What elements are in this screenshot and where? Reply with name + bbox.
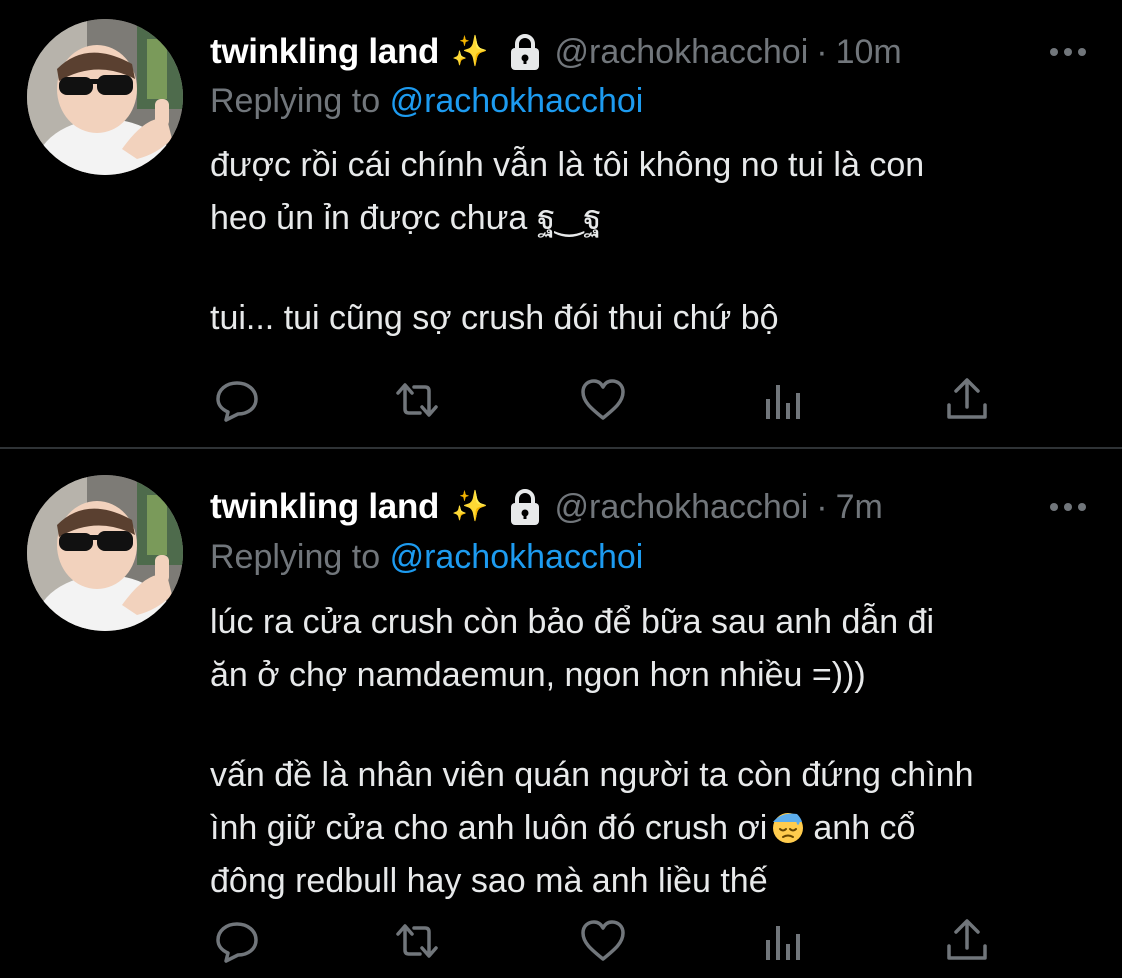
- mention-link[interactable]: @rachokhacchoi: [390, 538, 644, 576]
- share-icon[interactable]: [942, 916, 992, 966]
- display-name[interactable]: twinkling land: [210, 487, 439, 527]
- tweet-paragraph: tui... tui cũng sợ crush đói thui chứ bộ: [210, 299, 779, 337]
- mention-link[interactable]: @rachokhacchoi: [390, 82, 644, 120]
- retweet-icon[interactable]: [392, 916, 442, 966]
- more-icon[interactable]: [1046, 489, 1090, 525]
- replying-to-label: Replying to: [210, 82, 381, 120]
- downcast-face-with-sweat-emoji: [771, 807, 805, 843]
- tweet[interactable]: twinkling land ✨ @rachokhacchoi · 10m Re…: [0, 0, 1122, 447]
- replying-to-label: Replying to: [210, 538, 381, 576]
- reply-icon[interactable]: [212, 375, 262, 425]
- tweet-header: twinkling land ✨ @rachokhacchoi · 7m: [210, 485, 1100, 529]
- sparkles-emoji: ✨: [451, 35, 489, 68]
- user-handle[interactable]: @rachokhacchoi: [555, 488, 809, 527]
- timestamp[interactable]: 10m: [836, 33, 902, 72]
- tweet-paragraph: được rồi cái chính vẫn là tôi không no t…: [210, 146, 925, 237]
- heart-icon[interactable]: [578, 375, 628, 425]
- tweet-paragraph: lúc ra cửa crush còn bảo để bữa sau anh …: [210, 603, 935, 694]
- more-icon[interactable]: [1046, 34, 1090, 70]
- avatar[interactable]: [27, 475, 183, 631]
- sparkles-emoji: ✨: [451, 490, 489, 523]
- display-name[interactable]: twinkling land: [210, 32, 439, 72]
- share-icon[interactable]: [942, 375, 992, 425]
- views-icon[interactable]: [760, 916, 810, 966]
- replying-to: Replying to @rachokhacchoi: [210, 82, 643, 121]
- tweet-header: twinkling land ✨ @rachokhacchoi · 10m: [210, 30, 1100, 74]
- retweet-icon[interactable]: [392, 375, 442, 425]
- tweet-text: lúc ra cửa crush còn bảo để bữa sau anh …: [210, 596, 1090, 908]
- user-handle[interactable]: @rachokhacchoi: [555, 33, 809, 72]
- action-bar: [212, 375, 1012, 425]
- heart-icon[interactable]: [578, 916, 628, 966]
- views-icon[interactable]: [760, 375, 810, 425]
- tweet[interactable]: twinkling land ✨ @rachokhacchoi · 7m Rep…: [0, 449, 1122, 978]
- timestamp[interactable]: 7m: [836, 488, 883, 527]
- tweet-text: được rồi cái chính vẫn là tôi không no t…: [210, 139, 1090, 345]
- lock-icon: [507, 33, 543, 71]
- lock-icon: [507, 488, 543, 526]
- replying-to: Replying to @rachokhacchoi: [210, 538, 643, 577]
- tweet-paragraph: vấn đề là nhân viên quán người ta còn đứ…: [210, 749, 1090, 908]
- action-bar: [212, 916, 1012, 966]
- reply-icon[interactable]: [212, 916, 262, 966]
- separator-dot: ·: [816, 32, 828, 71]
- avatar[interactable]: [27, 19, 183, 175]
- separator-dot: ·: [816, 487, 828, 526]
